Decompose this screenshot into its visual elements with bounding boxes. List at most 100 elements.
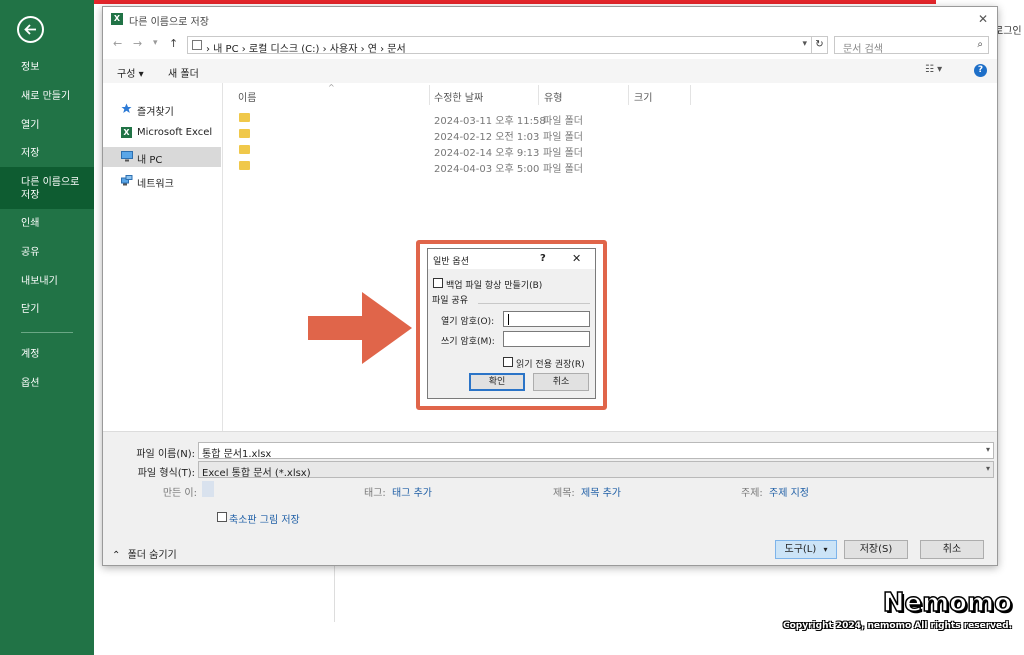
- modify-password-input[interactable]: [503, 331, 590, 347]
- up-icon[interactable]: ↑: [169, 37, 178, 50]
- column-divider[interactable]: [538, 85, 539, 105]
- chevron-down-icon[interactable]: ▾: [986, 464, 990, 473]
- backstage-export[interactable]: 내보내기: [0, 275, 94, 288]
- back-icon[interactable]: ←: [113, 37, 122, 50]
- filetype-select[interactable]: Excel 통합 문서 (*.xlsx) ▾: [198, 461, 994, 479]
- nav-item-favorites[interactable]: 즐겨찾기: [103, 99, 221, 119]
- chevron-up-icon: ⌃: [112, 550, 121, 561]
- organize-button[interactable]: 구성 ▾: [117, 65, 144, 80]
- sort-up-icon: ^: [328, 83, 335, 92]
- readonly-checkbox[interactable]: [503, 357, 513, 367]
- cancel-button[interactable]: 취소: [533, 373, 589, 391]
- nav-item-label: Microsoft Excel: [137, 127, 213, 138]
- nav-item-this-pc[interactable]: 내 PC: [103, 147, 221, 167]
- nav-item-label: 네트워크: [137, 179, 174, 190]
- column-divider[interactable]: [429, 85, 430, 105]
- chevron-down-icon: ▾: [823, 545, 828, 554]
- nav-item-excel[interactable]: X Microsoft Excel: [103, 123, 221, 143]
- column-header-size[interactable]: 크기: [634, 89, 652, 104]
- watermark-brand: Nemomo: [882, 587, 1013, 619]
- authors-label: 만든 이:: [162, 488, 197, 499]
- nav-item-label: 내 PC: [137, 155, 163, 166]
- history-dropdown-icon[interactable]: ▾: [153, 38, 158, 48]
- open-password-input[interactable]: [503, 311, 590, 327]
- backstage-save[interactable]: 저장: [0, 147, 94, 160]
- cancel-button[interactable]: 취소: [920, 540, 984, 559]
- readonly-label[interactable]: 읽기 전용 권장(R): [516, 357, 585, 370]
- subject-add-link[interactable]: 주제 지정: [769, 484, 809, 499]
- save-options-area: 파일 이름(N): 통합 문서1.xlsx ▾ 파일 형식(T): Excel …: [103, 431, 997, 565]
- backup-label[interactable]: 백업 파일 항상 만들기(B): [446, 278, 542, 291]
- tools-button-label: 도구(L): [784, 544, 817, 555]
- search-placeholder: 문서 검색: [843, 44, 883, 55]
- filetype-value: Excel 통합 문서 (*.xlsx): [202, 468, 311, 479]
- backstage-new[interactable]: 새로 만들기: [0, 90, 94, 103]
- hide-folders-toggle[interactable]: ⌃ 폴더 숨기기: [112, 546, 177, 561]
- address-path[interactable]: › 내 PC › 로컬 디스크 (C:) › 사용자 › 연 › 문서: [206, 40, 406, 55]
- file-row[interactable]: 2024-02-12 오전 1:03 파일 폴더: [224, 126, 664, 143]
- filename-input[interactable]: 통합 문서1.xlsx ▾: [198, 442, 994, 460]
- new-folder-button[interactable]: 새 폴더: [168, 65, 199, 80]
- refresh-icon[interactable]: ↻: [812, 36, 828, 54]
- backstage-print[interactable]: 인쇄: [0, 217, 94, 230]
- hide-folders-label: 폴더 숨기기: [127, 550, 177, 561]
- backstage-save-as[interactable]: 다른 이름으로 저장: [0, 167, 94, 209]
- backstage-info[interactable]: 정보: [0, 61, 94, 74]
- back-arrow-icon[interactable]: [17, 16, 44, 43]
- file-date: 2024-03-11 오후 11:58: [434, 116, 546, 127]
- highlight-arrow-icon: [308, 292, 412, 364]
- address-bar[interactable]: › 내 PC › 로컬 디스크 (C:) › 사용자 › 연 › 문서 ▾: [187, 36, 812, 55]
- file-row[interactable]: 2024-04-03 오후 5:00 파일 폴더: [224, 158, 664, 175]
- nav-item-network[interactable]: 네트워크: [103, 171, 221, 191]
- backstage-divider: [21, 332, 73, 333]
- filetype-label: 파일 형식(T):: [137, 468, 195, 479]
- column-header-date[interactable]: 수정한 날짜: [434, 89, 483, 104]
- tools-button[interactable]: 도구(L) ▾: [775, 540, 837, 559]
- search-icon[interactable]: ⌕: [977, 39, 983, 50]
- text-caret: [508, 314, 509, 325]
- file-date: 2024-04-03 오후 5:00: [434, 164, 540, 175]
- file-row[interactable]: 2024-03-11 오후 11:58 파일 폴더: [224, 110, 664, 127]
- close-icon[interactable]: ✕: [975, 11, 991, 27]
- excel-icon: X: [111, 13, 123, 25]
- title-add-link[interactable]: 제목 추가: [581, 484, 621, 499]
- search-input[interactable]: 문서 검색 ⌕: [834, 36, 989, 55]
- general-options-dialog: 일반 옵션 ? ✕ 백업 파일 항상 만들기(B) 파일 공유 열기 암호(O)…: [427, 248, 596, 399]
- nav-item-label: 즐겨찾기: [137, 107, 174, 118]
- forward-icon[interactable]: →: [133, 37, 142, 50]
- backstage-close[interactable]: 닫기: [0, 303, 94, 316]
- thumbnail-checkbox[interactable]: [217, 512, 227, 522]
- tags-add-link[interactable]: 태그 추가: [392, 484, 432, 499]
- login-link[interactable]: 로그인: [994, 22, 1022, 37]
- chevron-down-icon[interactable]: ▾: [802, 39, 807, 49]
- authors-field[interactable]: [202, 481, 214, 497]
- navigation-pane: 즐겨찾기 X Microsoft Excel 내 PC 네트워크: [103, 83, 223, 431]
- help-icon[interactable]: ?: [974, 64, 987, 77]
- column-header-name[interactable]: 이름: [238, 89, 256, 104]
- backstage-open[interactable]: 열기: [0, 119, 94, 132]
- backstage-account[interactable]: 계정: [0, 348, 94, 361]
- file-sharing-heading: 파일 공유: [432, 296, 468, 306]
- help-icon[interactable]: ?: [540, 253, 546, 264]
- file-type: 파일 폴더: [543, 164, 583, 175]
- backstage-share[interactable]: 공유: [0, 246, 94, 259]
- folder-icon: [239, 113, 250, 122]
- file-row[interactable]: 2024-02-14 오후 9:13 파일 폴더: [224, 142, 664, 159]
- star-icon: [121, 103, 132, 114]
- column-divider[interactable]: [628, 85, 629, 105]
- chevron-down-icon[interactable]: ▾: [986, 445, 990, 454]
- backup-checkbox[interactable]: [433, 278, 443, 288]
- watermark-copyright: Copyright 2024, nemomo All rights reserv…: [783, 621, 1012, 631]
- column-header-type[interactable]: 유형: [544, 89, 562, 104]
- folder-icon: [239, 161, 250, 170]
- address-bar-row: ← → ▾ ↑ › 내 PC › 로컬 디스크 (C:) › 사용자 › 연 ›…: [103, 33, 997, 57]
- ok-button[interactable]: 확인: [469, 373, 525, 391]
- thumbnail-label[interactable]: 축소판 그림 저장: [229, 511, 300, 526]
- close-icon[interactable]: ✕: [572, 252, 581, 265]
- column-divider[interactable]: [690, 85, 691, 105]
- view-options-icon[interactable]: ☷ ▾: [925, 64, 942, 75]
- backstage-options[interactable]: 옵션: [0, 377, 94, 390]
- filename-label: 파일 이름(N):: [136, 449, 195, 460]
- pc-icon: [192, 40, 202, 50]
- save-button[interactable]: 저장(S): [844, 540, 908, 559]
